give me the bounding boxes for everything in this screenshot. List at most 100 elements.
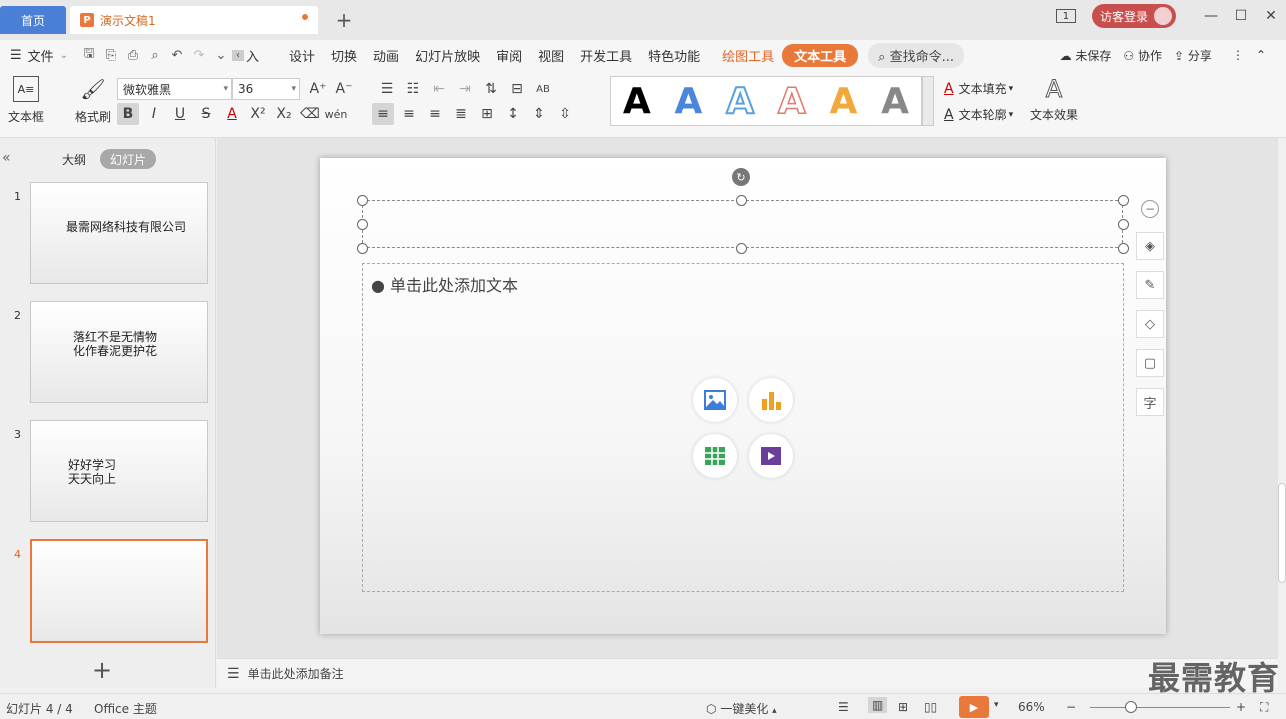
resize-handle[interactable] [357,243,368,254]
command-search[interactable]: ⌕ 查找命令... [868,42,964,68]
insert-video-button[interactable] [749,434,793,478]
share-button[interactable]: ⇪ 分享 [1174,47,1212,64]
window-count-badge[interactable]: 1 [1055,9,1076,23]
tab-view[interactable]: 视图 [530,46,572,65]
underline-button[interactable]: U [169,103,191,125]
scrollbar-thumb[interactable] [1278,483,1286,583]
scroll-left-icon[interactable]: ‹ [232,49,244,61]
fit-window-icon[interactable]: ⛶ [1260,700,1268,715]
tab-outline[interactable]: 大纲 [62,151,86,168]
distribute-icon[interactable]: ⊞ [476,103,498,125]
slide-sorter-icon[interactable]: ⊞ [898,700,908,714]
minimize-icon[interactable]: — [1196,0,1226,32]
slide-thumbnail-2[interactable]: 落红不是无情物 化作春泥更护花 [30,301,208,403]
visitor-login-button[interactable]: 访客登录 [1091,4,1176,28]
format-painter-button[interactable]: 🖌 格式刷 [75,76,111,125]
unsaved-button[interactable]: ☁ 未保存 [1060,47,1112,64]
layers-icon[interactable]: ◈ [1136,232,1164,260]
text-effect-button[interactable]: A 文本效果 [1030,76,1078,123]
add-slide-button[interactable]: + [92,656,112,684]
print-icon[interactable]: ⎙ [122,48,144,63]
insert-picture-button[interactable] [693,378,737,422]
tab-drawing-tools[interactable]: 绘图工具 [714,46,782,65]
theme-name[interactable]: Office 主题 [94,700,157,717]
collapse-toolbar-icon[interactable]: − [1141,200,1159,218]
tab-text-tools[interactable]: 文本工具 [782,43,859,67]
zoom-level[interactable]: 66% [1018,700,1045,714]
content-placeholder[interactable]: ● 单击此处添加文本 [362,263,1124,592]
resize-handle[interactable] [357,195,368,206]
tab-developer[interactable]: 开发工具 [572,46,640,65]
text-format-icon[interactable]: 字 [1136,388,1164,416]
strikethrough-button[interactable]: S [195,103,217,125]
insert-table-button[interactable] [693,434,737,478]
paragraph-spacing-icon[interactable]: ⇕ [528,103,550,125]
font-color-button[interactable]: A [221,103,243,125]
bullet-list-icon[interactable]: ☰ [376,78,398,100]
play-slideshow-button[interactable]: ▶ [959,696,989,718]
line-spacing-icon[interactable]: ↕ [502,103,524,125]
zoom-slider-handle[interactable] [1125,701,1137,713]
subscript-button[interactable]: X₂ [273,103,295,125]
pen-icon[interactable]: ✎ [1136,271,1164,299]
increase-font-icon[interactable]: A⁺ [307,78,329,100]
collapse-panel-icon[interactable]: « [2,150,11,166]
decrease-indent-icon[interactable]: ⇤ [428,78,450,100]
clear-format-icon[interactable]: ⌫ [299,103,321,125]
notes-pane[interactable]: ☰ 单击此处添加备注 [217,658,1278,688]
undo-icon[interactable]: ↶ [166,48,188,63]
collab-button[interactable]: ⚇ 协作 [1123,47,1162,64]
align-center-icon[interactable]: ≡ [398,103,420,125]
border-icon[interactable]: ▢ [1136,349,1164,377]
align-text-icon[interactable]: ⊟ [506,78,528,100]
pinyin-icon[interactable]: wén [325,103,348,125]
font-size-select[interactable]: 36 ▾ [232,78,300,100]
file-menu[interactable]: ☰ 文件 ⌄ [0,46,78,65]
zoom-slider[interactable] [1090,707,1230,708]
customize-toolbar-icon[interactable]: ⌄ [210,48,232,63]
wordart-scroll[interactable] [922,76,934,126]
resize-handle[interactable] [1118,243,1129,254]
justify-icon[interactable]: ≣ [450,103,472,125]
align-right-icon[interactable]: ≡ [424,103,446,125]
resize-handle[interactable] [736,243,747,254]
wordart-style-black[interactable]: A [623,81,651,122]
normal-view-icon[interactable]: ▥ [868,697,888,713]
tab-review[interactable]: 审阅 [488,46,530,65]
text-outline-button[interactable]: A 文本轮廓 ▾ [944,106,1013,123]
zoom-out-icon[interactable]: − [1066,700,1076,714]
notes-toggle-icon[interactable]: ☰ [838,700,849,714]
zoom-in-icon[interactable]: + [1236,700,1246,714]
align-left-icon[interactable]: ≡ [372,103,394,125]
bold-button[interactable]: B [117,103,139,125]
tab-insert[interactable]: 入 [244,46,267,65]
insert-chart-button[interactable] [749,378,793,422]
tab-home[interactable]: 首页 [0,6,66,34]
tab-special[interactable]: 特色功能 [640,46,708,65]
fill-icon[interactable]: ◇ [1136,310,1164,338]
export-pdf-icon[interactable]: ⎘ [100,48,122,63]
maximize-icon[interactable]: ☐ [1226,0,1256,32]
wordart-style-gold[interactable]: A [830,81,858,122]
reading-view-icon[interactable]: ▯▯ [924,700,937,714]
wordart-style-blue[interactable]: A [675,81,703,122]
tab-transition[interactable]: 切换 [323,46,365,65]
collapse-ribbon-icon[interactable]: ⌃ [1256,48,1266,62]
tab-design[interactable]: 设计 [281,46,323,65]
italic-button[interactable]: I [143,103,165,125]
redo-icon[interactable]: ↷ [188,48,210,63]
text-fill-button[interactable]: A 文本填充 ▾ [944,80,1013,97]
wordart-style-blue-outline[interactable]: A [725,80,755,123]
resize-handle[interactable] [1118,219,1129,230]
slide-thumbnail-3[interactable]: 好好学习 天天向上 [30,420,208,522]
title-placeholder[interactable] [362,200,1123,248]
tab-slides[interactable]: 幻灯片 [100,149,156,169]
tab-animation[interactable]: 动画 [365,46,407,65]
font-name-select[interactable]: 微软雅黑 ▾ [117,78,232,100]
slide-thumbnail-1[interactable]: 最需网络科技有限公司 [30,182,208,284]
decrease-font-icon[interactable]: A⁻ [333,78,355,100]
close-icon[interactable]: ✕ [1256,0,1286,32]
save-icon[interactable]: 🖫 [78,44,100,66]
tab-slideshow[interactable]: 幻灯片放映 [407,46,488,65]
rotate-handle-icon[interactable]: ↻ [732,168,750,186]
